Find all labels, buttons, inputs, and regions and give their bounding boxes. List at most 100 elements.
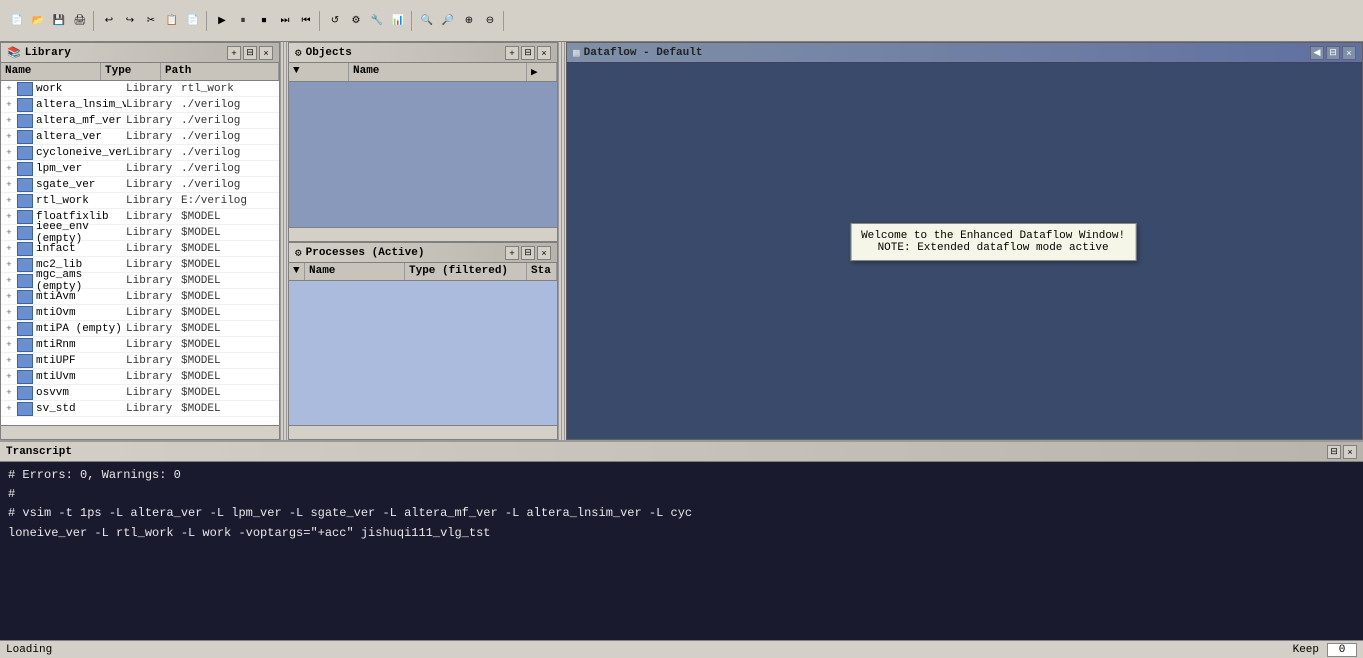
objects-title: Objects	[306, 47, 352, 59]
library-col-header: Name Type Path	[1, 63, 279, 81]
library-row[interactable]: + altera_mf_ver Library ./verilog	[1, 113, 279, 129]
tb-btn-14[interactable]: ⏮	[296, 11, 316, 31]
library-item-path: ./verilog	[181, 131, 240, 143]
tb-btn-6[interactable]: ↪	[120, 11, 140, 31]
tb-btn-20[interactable]: 🔎	[438, 11, 458, 31]
resize-handle-2[interactable]	[558, 42, 566, 440]
library-row[interactable]: + mtiPA (empty) Library $MODEL	[1, 321, 279, 337]
library-dock-btn[interactable]: ⊟	[243, 46, 257, 60]
objects-panel: ⚙ Objects + ⊟ × ▼ Name ▶	[288, 42, 558, 242]
library-item-icon	[17, 194, 33, 208]
expand-icon: +	[1, 100, 17, 110]
status-left: Loading	[6, 644, 52, 656]
library-item-path: $MODEL	[181, 323, 221, 335]
tb-btn-22[interactable]: ⊖	[480, 11, 500, 31]
obj-col-arrow: ▼	[289, 63, 349, 81]
library-row[interactable]: + rtl_work Library E:/verilog	[1, 193, 279, 209]
tb-btn-21[interactable]: ⊕	[459, 11, 479, 31]
library-item-type: Library	[126, 307, 181, 319]
library-item-icon	[17, 178, 33, 192]
library-row[interactable]: + mtiUPF Library $MODEL	[1, 353, 279, 369]
library-item-icon	[17, 114, 33, 128]
objects-close-btn[interactable]: ×	[537, 46, 551, 60]
tb-btn-13[interactable]: ⏭	[275, 11, 295, 31]
new-btn[interactable]: 📄	[7, 11, 27, 31]
library-item-type: Library	[126, 99, 181, 111]
toolbar-group-5: 🔍 🔎 ⊕ ⊖	[414, 11, 504, 31]
print-btn[interactable]: 🖨	[70, 11, 90, 31]
library-item-type: Library	[126, 227, 181, 239]
library-item-name: lpm_ver	[36, 163, 126, 175]
tb-btn-15[interactable]: ↺	[325, 11, 345, 31]
processes-dock-btn[interactable]: ⊟	[521, 246, 535, 260]
expand-icon: +	[1, 340, 17, 350]
processes-close-btn[interactable]: ×	[537, 246, 551, 260]
expand-icon: +	[1, 244, 17, 254]
expand-icon: +	[1, 228, 17, 238]
library-row[interactable]: + osvvm Library $MODEL	[1, 385, 279, 401]
library-close-btn[interactable]: ×	[259, 46, 273, 60]
transcript-dock-btn[interactable]: ⊟	[1327, 445, 1341, 459]
dataflow-dock-btn[interactable]: ⊟	[1326, 46, 1340, 60]
transcript-content[interactable]: # Errors: 0, Warnings: 0## vsim -t 1ps -…	[0, 462, 1363, 640]
library-row[interactable]: + ieee_env (empty) Library $MODEL	[1, 225, 279, 241]
expand-icon: +	[1, 308, 17, 318]
library-row[interactable]: + mtiUvm Library $MODEL	[1, 369, 279, 385]
dataflow-close-btn[interactable]: ×	[1342, 46, 1356, 60]
library-add-btn[interactable]: +	[227, 46, 241, 60]
expand-icon: +	[1, 148, 17, 158]
library-item-path: $MODEL	[181, 355, 221, 367]
dataflow-panel: ▦ Dataflow - Default ◀ ⊟ × Welcome to th…	[566, 42, 1363, 440]
tb-btn-11[interactable]: ⏸	[233, 11, 253, 31]
library-item-icon	[17, 82, 33, 96]
library-item-icon	[17, 290, 33, 304]
library-item-type: Library	[126, 403, 181, 415]
objects-dock-btn[interactable]: ⊟	[521, 46, 535, 60]
tb-btn-18[interactable]: 📊	[388, 11, 408, 31]
tb-btn-19[interactable]: 🔍	[417, 11, 437, 31]
save-btn[interactable]: 💾	[49, 11, 69, 31]
library-item-type: Library	[126, 147, 181, 159]
tb-btn-16[interactable]: ⚙	[346, 11, 366, 31]
library-item-type: Library	[126, 243, 181, 255]
objects-add-btn[interactable]: +	[505, 46, 519, 60]
dataflow-left-btn[interactable]: ◀	[1310, 46, 1324, 60]
transcript-title-bar: Transcript ⊟ ×	[0, 442, 1363, 462]
tb-btn-7[interactable]: ✂	[141, 11, 161, 31]
library-row[interactable]: + sgate_ver Library ./verilog	[1, 177, 279, 193]
library-row[interactable]: + altera_ver Library ./verilog	[1, 129, 279, 145]
open-btn[interactable]: 📂	[28, 11, 48, 31]
tb-btn-5[interactable]: ↩	[99, 11, 119, 31]
library-item-path: $MODEL	[181, 243, 221, 255]
library-row[interactable]: + mtiOvm Library $MODEL	[1, 305, 279, 321]
library-item-path: $MODEL	[181, 227, 221, 239]
library-row[interactable]: + work Library rtl_work	[1, 81, 279, 97]
tb-btn-10[interactable]: ▶	[212, 11, 232, 31]
library-row[interactable]: + altera_lnsim_ver Library ./verilog	[1, 97, 279, 113]
status-bar: Loading Keep 0	[0, 640, 1363, 658]
library-row[interactable]: + mtiAvm Library $MODEL	[1, 289, 279, 305]
library-row[interactable]: + cycloneive_ver Library ./verilog	[1, 145, 279, 161]
processes-hscroll[interactable]	[289, 425, 557, 439]
library-row[interactable]: + lpm_ver Library ./verilog	[1, 161, 279, 177]
objects-hscroll[interactable]	[289, 227, 557, 241]
obj-col-name: Name	[349, 63, 527, 81]
library-item-path: $MODEL	[181, 403, 221, 415]
library-row[interactable]: + mgc_ams (empty) Library $MODEL	[1, 273, 279, 289]
tb-btn-9[interactable]: 📄	[183, 11, 203, 31]
transcript-close-btn[interactable]: ×	[1343, 445, 1357, 459]
library-row[interactable]: + infact Library $MODEL	[1, 241, 279, 257]
library-hscroll[interactable]	[1, 425, 279, 439]
library-row[interactable]: + sv_std Library $MODEL	[1, 401, 279, 417]
library-item-name: infact	[36, 243, 126, 255]
tb-btn-12[interactable]: ⏹	[254, 11, 274, 31]
resize-handle-1[interactable]	[280, 42, 288, 440]
library-content[interactable]: + work Library rtl_work + altera_lnsim_v…	[1, 81, 279, 425]
tb-btn-17[interactable]: 🔧	[367, 11, 387, 31]
expand-icon: +	[1, 292, 17, 302]
processes-add-btn[interactable]: +	[505, 246, 519, 260]
library-row[interactable]: + mtiRnm Library $MODEL	[1, 337, 279, 353]
transcript-line: # Errors: 0, Warnings: 0	[8, 466, 1355, 485]
tb-btn-8[interactable]: 📋	[162, 11, 182, 31]
library-item-icon	[17, 210, 33, 224]
